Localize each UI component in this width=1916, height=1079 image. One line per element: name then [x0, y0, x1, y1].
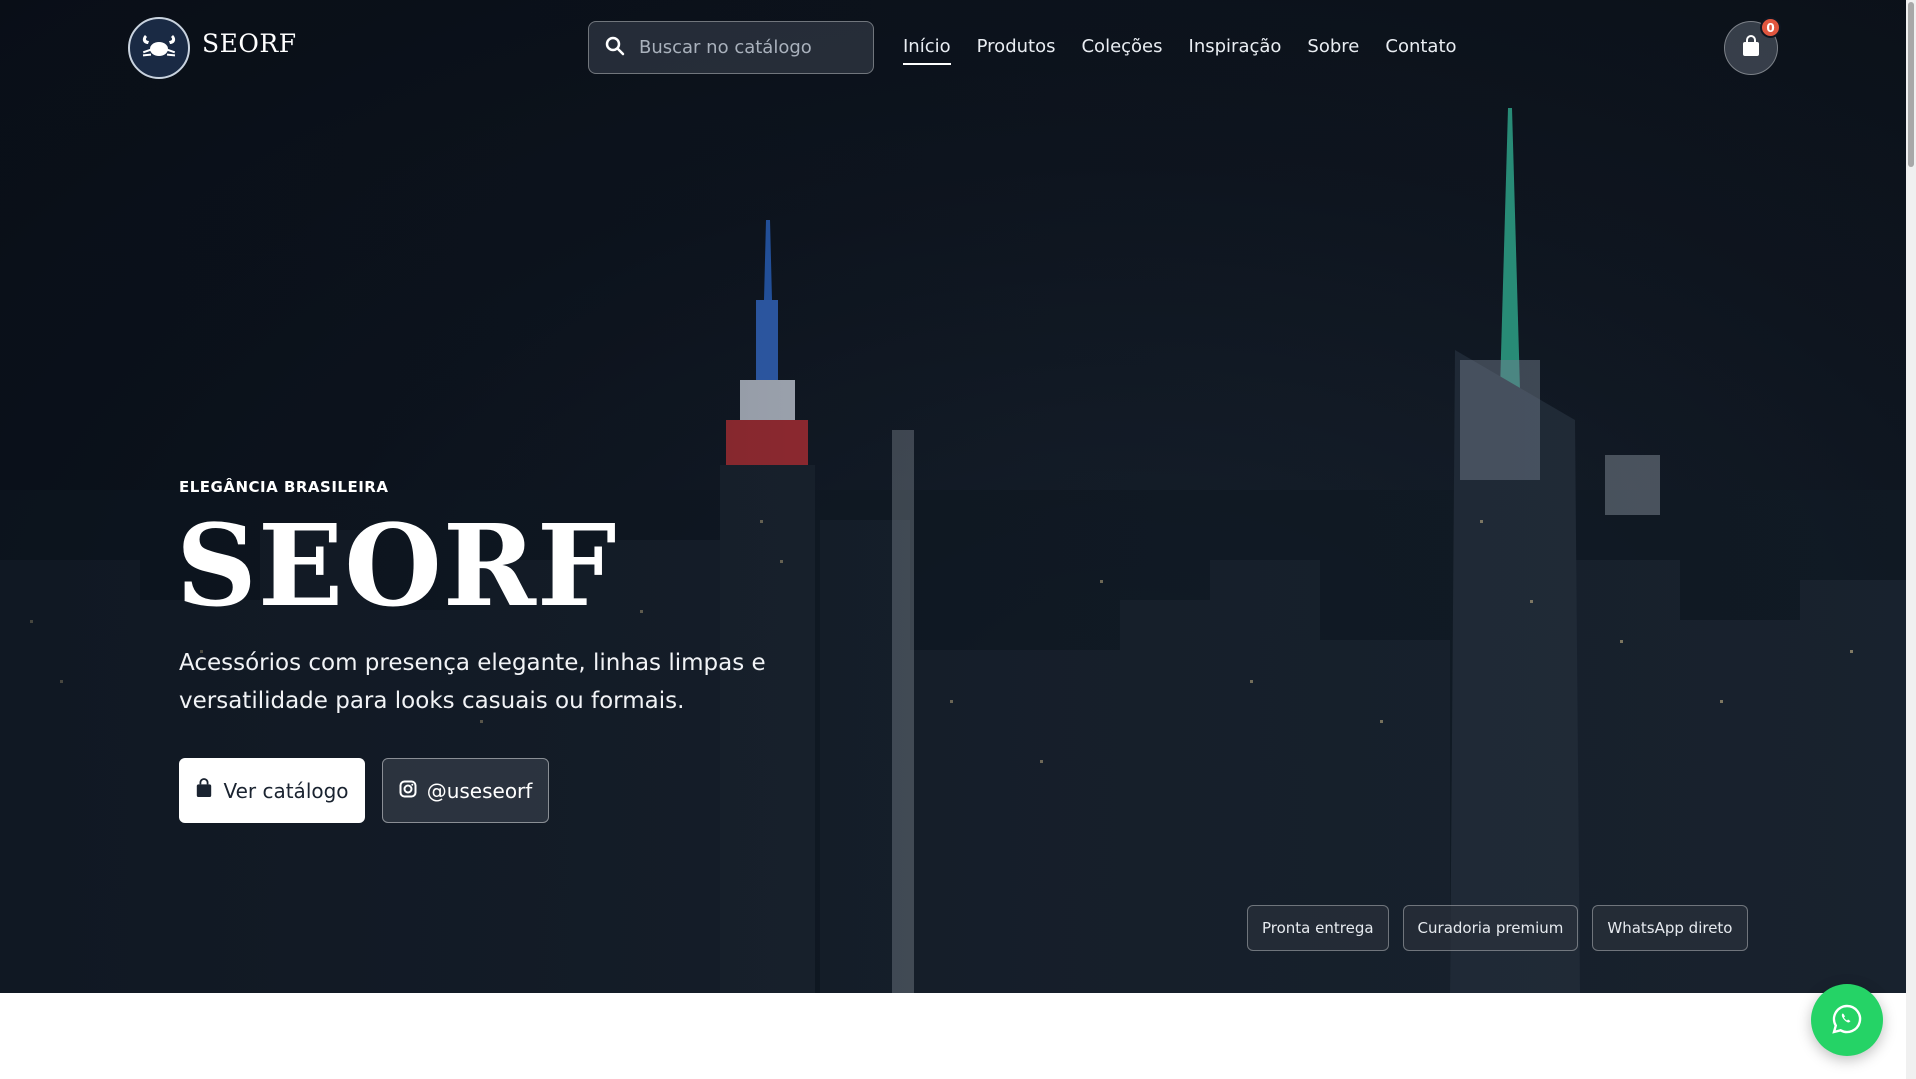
nav-item-sobre[interactable]: Sobre	[1307, 36, 1359, 65]
brand-name[interactable]: SEORF	[202, 29, 297, 58]
search-icon	[605, 36, 625, 60]
shopping-bag-icon	[1741, 35, 1761, 61]
scrollbar-thumb[interactable]	[1908, 2, 1914, 167]
main-nav: Início Produtos Coleções Inspiração Sobr…	[903, 36, 1457, 65]
nav-item-inicio[interactable]: Início	[903, 36, 951, 65]
whatsapp-float-button[interactable]	[1811, 984, 1883, 1056]
instagram-button[interactable]: @useseorf	[382, 758, 549, 823]
feature-chips: Pronta entrega Curadoria premium WhatsAp…	[1247, 905, 1748, 951]
view-catalog-button[interactable]: Ver catálogo	[179, 758, 365, 823]
nav-item-contato[interactable]: Contato	[1385, 36, 1456, 65]
nav-item-inspiracao[interactable]: Inspiração	[1189, 36, 1282, 65]
search-input[interactable]	[637, 36, 861, 59]
hero-eyebrow: ELEGÂNCIA BRASILEIRA	[179, 478, 389, 496]
search-box[interactable]	[588, 21, 874, 74]
crab-icon	[139, 29, 179, 67]
hero-title: SEORF	[176, 501, 618, 632]
chip-whatsapp-direto: WhatsApp direto	[1592, 905, 1748, 951]
hero-section	[0, 0, 1906, 993]
chip-pronta-entrega: Pronta entrega	[1247, 905, 1389, 951]
instagram-icon	[399, 779, 417, 803]
cart-count-badge: 0	[1760, 17, 1781, 38]
hero-subtitle: Acessórios com presença elegante, linhas…	[179, 650, 766, 714]
view-catalog-label: Ver catálogo	[223, 778, 349, 803]
shopping-bag-icon	[195, 778, 213, 803]
nav-item-produtos[interactable]: Produtos	[977, 36, 1056, 65]
nav-item-colecoes[interactable]: Coleções	[1081, 36, 1162, 65]
logo[interactable]	[128, 17, 190, 79]
instagram-handle: @useseorf	[426, 778, 533, 803]
whatsapp-icon	[1831, 1003, 1863, 1038]
chip-curadoria-premium: Curadoria premium	[1402, 905, 1579, 951]
hero-overlay	[0, 0, 1906, 993]
